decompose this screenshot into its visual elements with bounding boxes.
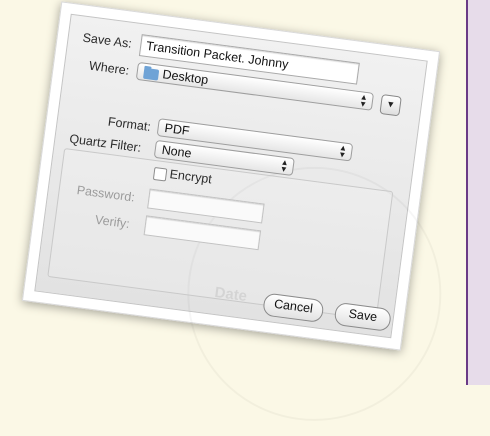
save-dialog: Save As: Transition Packet. Johnny Where…	[34, 13, 428, 339]
save-as-label: Save As:	[81, 30, 133, 51]
up-down-arrows-icon: ▲ ▼	[279, 157, 290, 175]
where-label: Where:	[88, 58, 131, 78]
up-down-arrows-icon: ▲ ▼	[337, 142, 348, 160]
folder-icon	[143, 67, 160, 81]
quartz-filter-value: None	[160, 142, 193, 161]
save-dialog-photo: Save As: Transition Packet. Johnny Where…	[21, 1, 441, 351]
where-value: Desktop	[161, 67, 210, 88]
format-value: PDF	[163, 120, 191, 139]
expand-button[interactable]: ▼	[379, 94, 402, 117]
format-label: Format:	[107, 114, 152, 135]
chevron-down-icon: ▼	[385, 98, 396, 110]
side-panel	[468, 0, 490, 385]
encrypt-checkbox[interactable]	[152, 166, 168, 182]
up-down-arrows-icon: ▲ ▼	[358, 92, 369, 110]
